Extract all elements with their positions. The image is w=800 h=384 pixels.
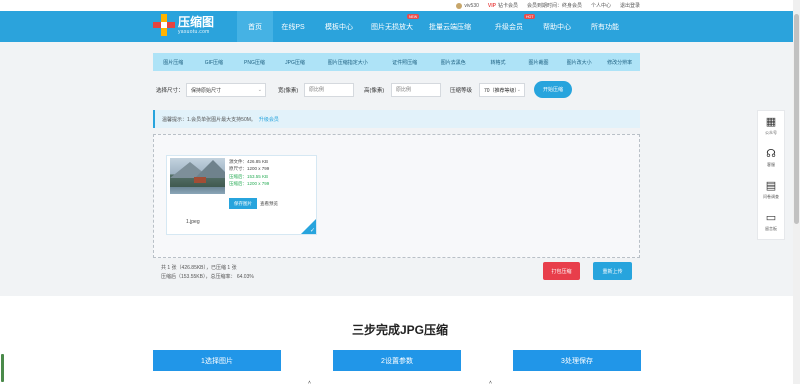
logo-title: 压缩图 (178, 14, 215, 29)
logout-link[interactable]: 退出登录 (620, 2, 640, 9)
notice-bar: 温馨提示：1.会员单张图片最大支持50M。 升级会员 (153, 110, 640, 128)
tool-png-compress[interactable]: PNG压缩 (234, 59, 275, 66)
step-arrow-icon: ˄ (489, 380, 492, 384)
size-label: 选择尺寸： (156, 88, 184, 94)
vip-icon: VIP (487, 2, 496, 9)
clipboard-icon: ▤ (765, 180, 777, 192)
start-compress-button[interactable]: 开始压缩 (534, 81, 572, 98)
nav-batch-cloud[interactable]: 批量云端压缩 (423, 11, 477, 42)
notice-text: 温馨提示：1.会员单张图片最大支持50M。 (162, 116, 256, 123)
side-item-service[interactable]: ☊ 客服 (758, 143, 784, 175)
file-name: 1.jpeg (186, 219, 200, 225)
width-label: 宽(像素) (278, 88, 299, 94)
top-bar: viv530 VIP 钻卡会员 会员到期时间：终身会员 个人中心 退出登录 (0, 0, 800, 11)
qrcode-icon: ▦ (765, 116, 777, 128)
nav-home[interactable]: 首页 (237, 11, 273, 42)
personal-center-link[interactable]: 个人中心 (591, 2, 611, 9)
compress-summary: 共 1 张（426.85KB），已压缩 1 张 压缩后（153.55KB），总压… (161, 264, 254, 282)
original-dimensions: 原尺寸：1200 x 799 (229, 166, 270, 172)
floating-sidebar: ▦ 公众号 ☊ 客服 ▤ 问卷调查 ▭ 留言板 (757, 110, 785, 240)
headset-icon: ☊ (766, 148, 776, 160)
height-input[interactable] (391, 83, 441, 97)
logo-cross-icon (153, 14, 175, 36)
save-image-button[interactable]: 保存图片 (229, 198, 257, 209)
avatar (456, 2, 463, 9)
level-label: 压缩等级 (450, 88, 473, 94)
nav-all-features[interactable]: 所有功能 (587, 11, 623, 42)
side-grip-handle[interactable] (1, 354, 4, 382)
chevron-down-icon: ⌄ (257, 87, 262, 93)
member-badge: VIP 钻卡会员 (487, 2, 518, 10)
member-expiry: 会员到期时间：终身会员 (526, 3, 582, 9)
tool-id-photo[interactable]: 证件照压缩 (380, 59, 429, 66)
tool-gif-compress[interactable]: GIF压缩 (194, 59, 235, 66)
width-input[interactable] (304, 83, 354, 97)
compressed-dimensions: 压缩后：1200 x 799 (229, 181, 270, 187)
nav-lossless-enlarge[interactable]: 图片无损放大 NEW (367, 11, 420, 42)
image-thumbnail[interactable] (170, 158, 225, 194)
file-info: 源文件：426.85 KB 原尺寸：1200 x 799 压缩后：153.55 … (229, 158, 269, 188)
nav-template-center[interactable]: 模板中心 (318, 11, 360, 42)
reupload-button[interactable]: 重新上传 (593, 262, 632, 280)
chevron-down-icon: ⌄ (516, 87, 521, 93)
original-size: 源文件：426.85 KB (229, 159, 269, 164)
summary-ratio: 压缩后（153.55KB），总压缩率： 64.03% (161, 274, 254, 280)
user-info[interactable]: viv530 (456, 2, 479, 9)
site-logo[interactable]: 压缩图 yasuotu.com (153, 14, 214, 36)
nav-upgrade[interactable]: 升级会员 HOT (488, 11, 536, 42)
side-item-messages[interactable]: ▭ 留言板 (758, 207, 784, 239)
tool-image-compress[interactable]: 图片压缩 (153, 59, 194, 66)
check-icon: ✓ (309, 228, 315, 234)
message-icon: ▭ (765, 212, 777, 224)
side-item-survey[interactable]: ▤ 问卷调查 (758, 175, 784, 207)
height-label: 高(像素) (364, 88, 385, 94)
username[interactable]: viv530 (464, 3, 478, 9)
nav-online-ps[interactable]: 在线PS (276, 11, 310, 42)
tool-crop[interactable]: 图片裁图 (518, 59, 559, 66)
step-set-params: 2设置参数 (333, 350, 461, 371)
tool-resolution[interactable]: 修改分辨率 (599, 59, 640, 66)
nav-help[interactable]: 帮助中心 (540, 11, 574, 42)
size-select[interactable]: 保持原始尺寸 ⌄ (186, 83, 266, 97)
step-arrow-icon: ˄ (308, 380, 311, 384)
page-scrollbar[interactable] (793, 0, 800, 384)
summary-total: 共 1 张（426.85KB），已压缩 1 张 (161, 265, 237, 271)
tool-convert-format[interactable]: 转格式 (478, 59, 519, 66)
preview-link[interactable]: 查看预览 (260, 201, 278, 207)
upgrade-link[interactable]: 升级会员 (259, 116, 279, 123)
tool-remove-black[interactable]: 图片去黑色 (429, 59, 478, 66)
file-card[interactable]: 源文件：426.85 KB 原尺寸：1200 x 799 压缩后：153.55 … (166, 155, 317, 235)
compress-options: 选择尺寸： 保持原始尺寸 ⌄ 宽(像素) 高(像素) 压缩等级 70（推荐等级）… (153, 81, 640, 99)
side-item-wechat[interactable]: ▦ 公众号 (758, 111, 784, 143)
tool-target-size[interactable]: 图片压缩指定大小 (315, 59, 380, 66)
tool-tabs: 图片压缩 GIF压缩 PNG压缩 JPG压缩 图片压缩指定大小 证件照压缩 图片… (153, 53, 640, 71)
logo-subtitle: yasuotu.com (178, 28, 210, 35)
tool-resize[interactable]: 图片改大小 (559, 59, 600, 66)
steps-title: 三步完成JPG压缩 (351, 323, 448, 337)
member-type: 钻卡会员 (497, 3, 518, 9)
new-badge: NEW (407, 14, 420, 19)
level-select[interactable]: 70（推荐等级） ⌄ (479, 83, 525, 97)
step-select-image: 1选择图片 (153, 350, 281, 371)
step-save: 3处理保存 (513, 350, 641, 371)
upload-dropzone[interactable]: 源文件：426.85 KB 原尺寸：1200 x 799 压缩后：153.55 … (153, 134, 640, 258)
hot-badge: HOT (524, 14, 536, 19)
tool-jpg-compress[interactable]: JPG压缩 (275, 59, 316, 66)
main-nav: 压缩图 yasuotu.com 首页 在线PS 模板中心 图片无损放大 NEW … (0, 11, 800, 42)
compressed-size: 压缩后：153.55 KB (229, 173, 269, 179)
scrollbar-thumb[interactable] (794, 14, 799, 224)
pack-compress-button[interactable]: 打包压缩 (543, 262, 580, 280)
